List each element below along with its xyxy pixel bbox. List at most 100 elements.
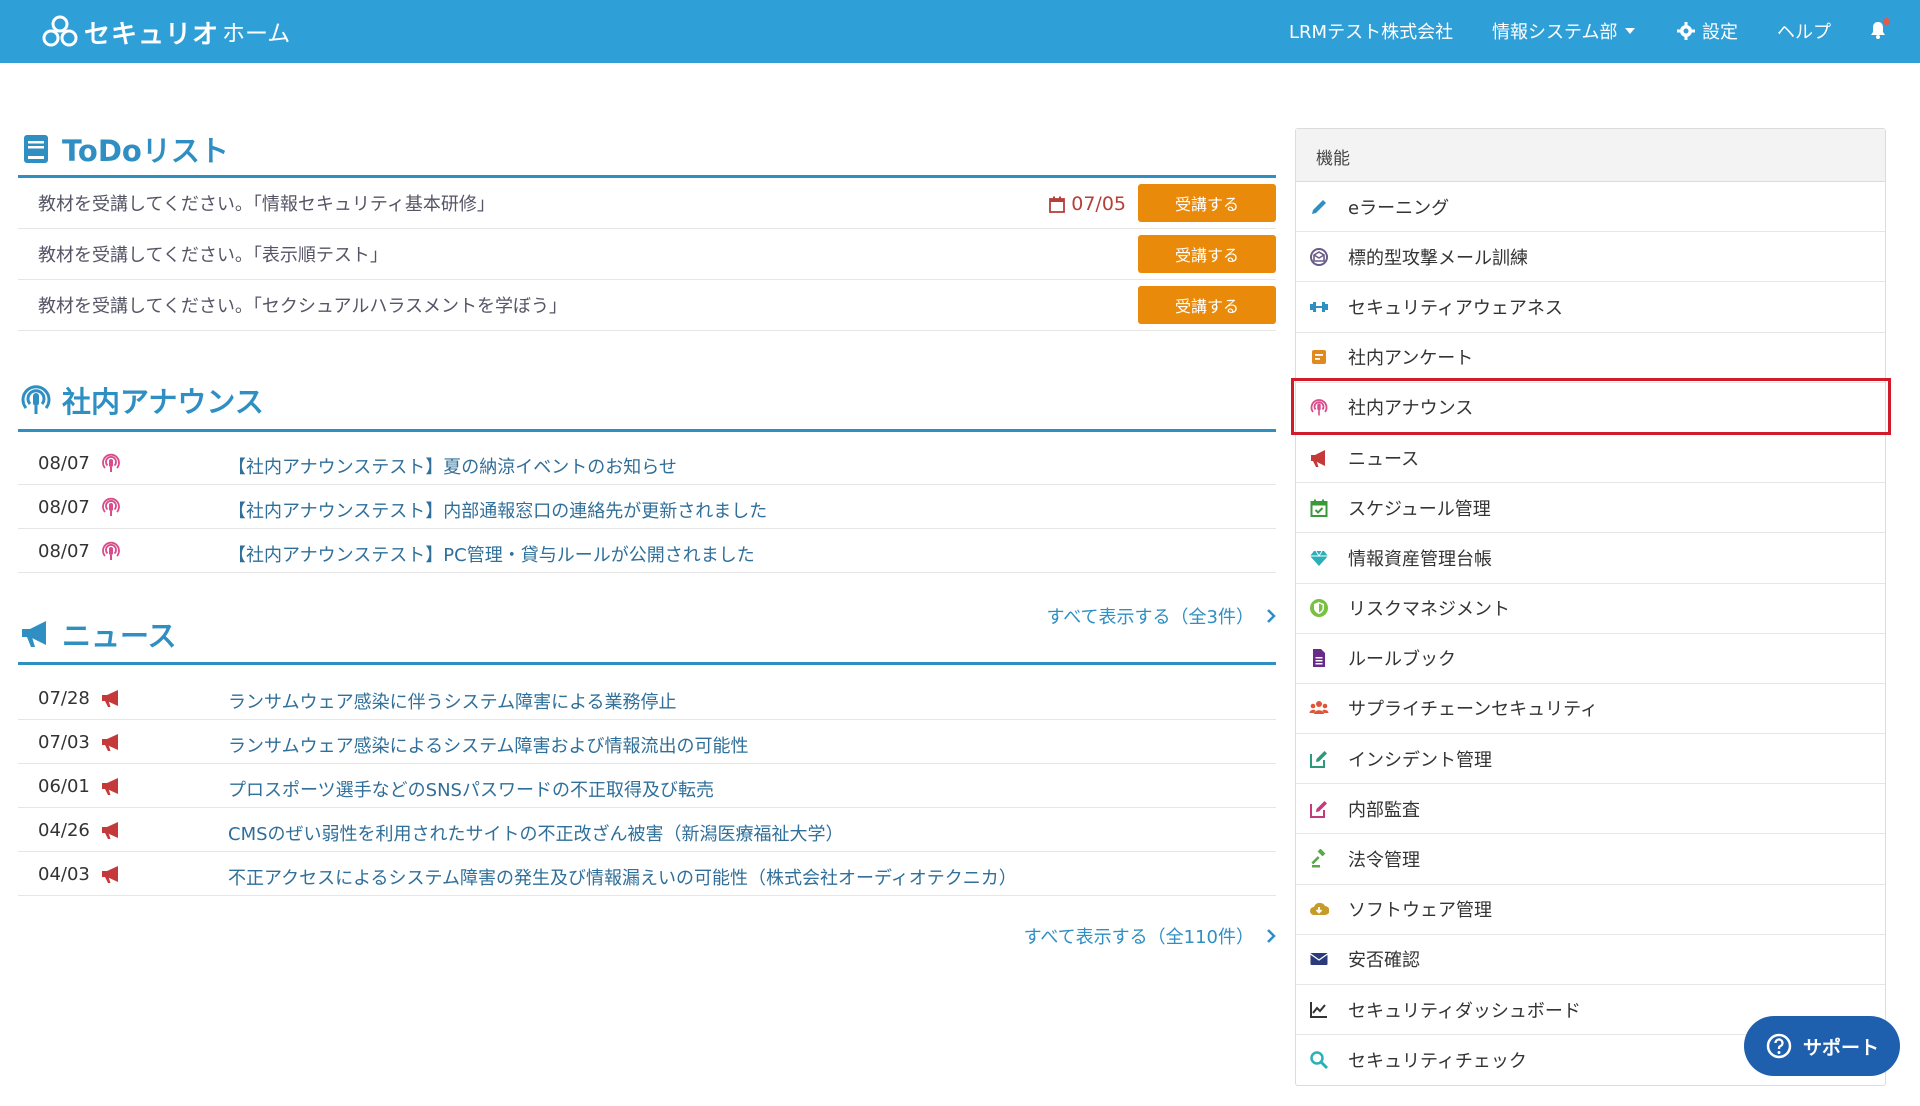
- news-link[interactable]: CMSのぜい弱性を利用されたサイトの不正改ざん被害（新潟医療福祉大学）: [228, 820, 844, 846]
- megaphone-icon: [100, 819, 122, 841]
- logo-text: セキュリオ: [84, 19, 220, 50]
- feature-menu-item[interactable]: 安否確認: [1296, 935, 1885, 985]
- chevron-right-icon: [1267, 929, 1276, 943]
- news-row[interactable]: 04/26 CMSのぜい弱性を利用されたサイトの不正改ざん被害（新潟医療福祉大学…: [18, 808, 1276, 852]
- feature-menu-label: リスクマネジメント: [1348, 599, 1510, 621]
- feature-menu-label: 社内アンケート: [1348, 348, 1474, 370]
- show-all-label: すべて表示する（全110件）: [1023, 927, 1254, 948]
- features-panel: 機能 eラーニング 標的型攻撃メール訓練 セキュリティアウェアネス 社内アンケート 社内…: [1295, 128, 1886, 1087]
- news-date: 04/03: [38, 864, 90, 885]
- calendar-check-icon: [1308, 497, 1330, 519]
- edit-icon: [1308, 748, 1330, 770]
- feature-menu-item[interactable]: 情報資産管理台帳: [1296, 533, 1885, 584]
- news-link[interactable]: ランサムウェア感染に伴うシステム障害による業務停止: [228, 688, 677, 714]
- feature-menu-label: 情報資産管理台帳: [1348, 548, 1492, 570]
- news-link[interactable]: 不正アクセスによるシステム障害の発生及び情報漏えいの可能性（株式会社オーディオテ…: [228, 864, 1017, 890]
- news-link[interactable]: プロスポーツ選手などのSNSパスワードの不正取得及び転売: [228, 776, 714, 802]
- announce-section-header: 社内アナウンス: [18, 370, 1276, 432]
- survey-icon: [1308, 346, 1330, 368]
- help-circle-icon: [1766, 1033, 1792, 1059]
- feature-menu-label: サプライチェーンセキュリティ: [1348, 699, 1599, 721]
- news-row[interactable]: 07/28 ランサムウェア感染に伴うシステム障害による業務停止: [18, 676, 1276, 720]
- feature-menu-item[interactable]: インシデント管理: [1296, 734, 1885, 785]
- take-course-button[interactable]: 受講する: [1138, 235, 1276, 273]
- support-label: サポート: [1802, 1036, 1879, 1059]
- feature-menu-item[interactable]: ニュース: [1296, 433, 1885, 484]
- feature-menu-label: 安否確認: [1348, 950, 1420, 972]
- due-date-text: 07/05: [1071, 193, 1126, 215]
- news-row[interactable]: 04/03 不正アクセスによるシステム障害の発生及び情報漏えいの可能性（株式会社…: [18, 852, 1276, 896]
- announce-link[interactable]: 【社内アナウンステスト】内部通報窓口の連絡先が更新されました: [228, 497, 767, 523]
- announce-row[interactable]: 08/07 【社内アナウンステスト】PC管理・貸与ルールが公開されました: [18, 529, 1276, 573]
- feature-menu-item[interactable]: 内部監査: [1296, 784, 1885, 835]
- news-section-header: ニュース: [18, 606, 1276, 665]
- caret-down-icon: [1625, 28, 1636, 34]
- news-link[interactable]: ランサムウェア感染によるシステム障害および情報流出の可能性: [228, 732, 749, 758]
- shield-icon: [1308, 597, 1330, 619]
- megaphone-icon: [22, 621, 46, 647]
- news-date: 07/28: [38, 688, 90, 709]
- feature-menu-item[interactable]: スケジュール管理: [1296, 483, 1885, 534]
- envelope-icon: [1308, 948, 1330, 970]
- help-link[interactable]: ヘルプ: [1777, 18, 1831, 44]
- help-label: ヘルプ: [1777, 22, 1831, 43]
- app-logo[interactable]: セキュリオ: [40, 12, 219, 52]
- announce-date: 08/07: [38, 497, 90, 518]
- top-navbar: セキュリオ ホーム LRMテスト株式会社 情報システム部 設定 ヘルプ: [0, 0, 1920, 63]
- page-title: ホーム: [222, 21, 291, 47]
- settings-link[interactable]: 設定: [1676, 18, 1738, 44]
- feature-menu-label: eラーニング: [1348, 197, 1450, 219]
- announce-link[interactable]: 【社内アナウンステスト】夏の納涼イベントのお知らせ: [228, 453, 677, 479]
- edit-icon: [1308, 798, 1330, 820]
- megaphone-icon: [100, 687, 122, 709]
- company-label: LRMテスト株式会社: [1289, 22, 1454, 43]
- megaphone-icon: [100, 731, 122, 753]
- todo-section-header: ToDoリスト: [18, 122, 1276, 178]
- document-icon: [1308, 647, 1330, 669]
- news-row[interactable]: 06/01 プロスポーツ選手などのSNSパスワードの不正取得及び転売: [18, 764, 1276, 808]
- todo-text: 教材を受講してください。「情報セキュリティ基本研修」: [38, 194, 495, 215]
- todo-item: 教材を受講してください。「情報セキュリティ基本研修」 07/05 受講する: [18, 178, 1276, 229]
- feature-menu-label: セキュリティダッシュボード: [1348, 1000, 1581, 1022]
- feature-menu-label: セキュリティアウェアネス: [1348, 297, 1563, 319]
- feature-menu-item[interactable]: eラーニング: [1296, 182, 1885, 233]
- feature-menu-item[interactable]: 法令管理: [1296, 834, 1885, 885]
- feature-menu-item[interactable]: ルールブック: [1296, 634, 1885, 684]
- gavel-icon: [1308, 848, 1330, 870]
- news-show-all-link[interactable]: すべて表示する（全110件）: [1024, 923, 1276, 949]
- feature-menu-item[interactable]: 社内アンケート: [1296, 333, 1885, 383]
- podcast-icon: [100, 452, 122, 474]
- announce-row[interactable]: 08/07 【社内アナウンステスト】夏の納涼イベントのお知らせ: [18, 441, 1276, 485]
- feature-menu-item[interactable]: 標的型攻撃メール訓練: [1296, 232, 1885, 283]
- feature-menu-item[interactable]: サプライチェーンセキュリティ: [1296, 684, 1885, 735]
- feature-menu-item[interactable]: ソフトウェア管理: [1296, 885, 1885, 935]
- feature-menu-item[interactable]: リスクマネジメント: [1296, 584, 1885, 634]
- megaphone-icon: [100, 863, 122, 885]
- feature-menu-item[interactable]: セキュリティアウェアネス: [1296, 282, 1885, 333]
- todo-item: 教材を受講してください。「セクシュアルハラスメントを学ぼう」 受講する: [18, 280, 1276, 331]
- feature-menu-label: ニュース: [1348, 448, 1420, 470]
- announce-link[interactable]: 【社内アナウンステスト】PC管理・貸与ルールが公開されました: [228, 541, 755, 567]
- todo-text: 教材を受講してください。「表示順テスト」: [38, 245, 388, 266]
- company-name[interactable]: LRMテスト株式会社: [1289, 18, 1453, 44]
- take-course-button[interactable]: 受講する: [1138, 286, 1276, 324]
- announce-row[interactable]: 08/07 【社内アナウンステスト】内部通報窓口の連絡先が更新されました: [18, 485, 1276, 529]
- notification-bell[interactable]: [1868, 18, 1890, 40]
- department-label: 情報システム部: [1492, 22, 1618, 43]
- podcast-icon: [100, 496, 122, 518]
- news-row[interactable]: 07/03 ランサムウェア感染によるシステム障害および情報流出の可能性: [18, 720, 1276, 764]
- pencil-icon: [1308, 196, 1330, 218]
- selection-highlight: [1291, 378, 1891, 435]
- dumbbell-icon: [1308, 296, 1330, 318]
- logo-icon: [42, 15, 78, 47]
- feature-menu-label: インシデント管理: [1348, 749, 1492, 771]
- mail-target-icon: [1308, 246, 1330, 268]
- support-button[interactable]: サポート: [1744, 1016, 1900, 1076]
- feature-menu-label: 標的型攻撃メール訓練: [1348, 247, 1528, 269]
- take-course-button[interactable]: 受講する: [1138, 184, 1276, 222]
- feature-menu-label: ソフトウェア管理: [1348, 900, 1492, 922]
- megaphone-icon: [1308, 447, 1330, 469]
- department-dropdown[interactable]: 情報システム部: [1492, 18, 1636, 44]
- podcast-icon: [100, 540, 122, 562]
- podcast-icon: [21, 384, 51, 414]
